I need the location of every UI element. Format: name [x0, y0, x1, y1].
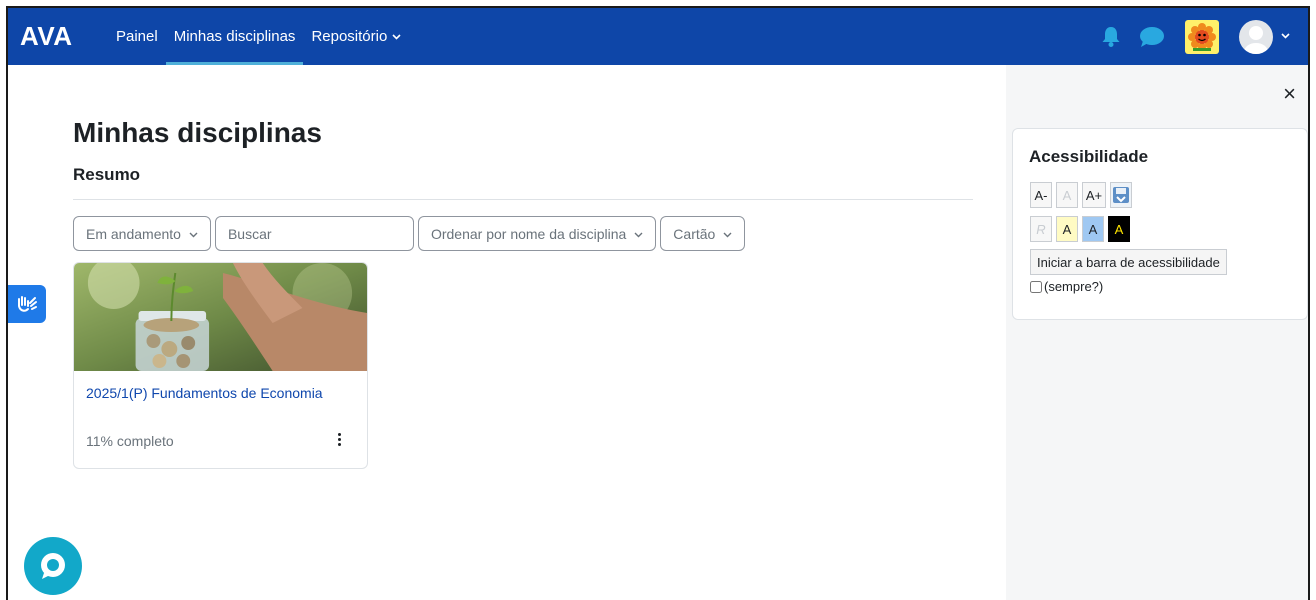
search-input[interactable]	[214, 216, 414, 251]
nav-painel-label: Painel	[116, 28, 158, 45]
close-drawer-icon[interactable]: ×	[1283, 83, 1296, 105]
always-option: (sempre?)	[1030, 279, 1103, 294]
nav-repositorio[interactable]: Repositório	[303, 8, 409, 65]
course-card: 2025/1(P) Fundamentos de Economia 11% co…	[73, 262, 368, 469]
view-mode-dropdown[interactable]: Cartão	[660, 216, 746, 251]
nav-painel[interactable]: Painel	[108, 8, 166, 65]
divider	[73, 199, 973, 200]
vlibras-hands-icon[interactable]	[8, 285, 46, 323]
start-accessibility-bar-button[interactable]: Iniciar a barra de acessibilidade	[1030, 249, 1227, 275]
sort-dropdown[interactable]: Ordenar por nome da disciplina	[417, 216, 657, 251]
course-options-kebab-icon[interactable]	[335, 429, 343, 449]
status-filter-label: Em andamento	[86, 225, 181, 242]
accessibility-title: Acessibilidade	[1029, 147, 1149, 166]
app-frame: AVA Painel Minhas disciplinas Repositóri…	[6, 6, 1310, 600]
yellow-scheme-button[interactable]: A	[1056, 216, 1078, 242]
right-drawer: × Acessibilidade A- A A+ R A A A Iniciar…	[1006, 65, 1308, 600]
notifications-bell-icon[interactable]	[1101, 26, 1121, 48]
reset-colors-button[interactable]: R	[1030, 216, 1052, 242]
navbar-actions	[1101, 8, 1308, 65]
increase-font-button[interactable]: A+	[1082, 182, 1106, 208]
decrease-font-button[interactable]: A-	[1030, 182, 1052, 208]
status-filter-dropdown[interactable]: Em andamento	[73, 216, 211, 251]
nav-minhas-disciplinas-label: Minhas disciplinas	[173, 28, 296, 45]
chevron-down-icon	[634, 230, 643, 240]
course-image[interactable]	[74, 263, 367, 371]
support-chat-icon[interactable]	[24, 537, 82, 595]
view-mode-label: Cartão	[673, 225, 716, 242]
chevron-down-icon	[723, 230, 732, 240]
always-checkbox[interactable]	[1030, 280, 1042, 293]
user-menu[interactable]	[1239, 19, 1290, 54]
black-scheme-button[interactable]: A	[1108, 216, 1130, 242]
course-filters: Em andamento Ordenar por nome da discipl…	[73, 216, 746, 251]
primary-navigation: Painel Minhas disciplinas Repositório	[108, 8, 409, 65]
course-name-link[interactable]: 2025/1(P) Fundamentos de Economia	[86, 385, 323, 401]
blue-scheme-button[interactable]: A	[1082, 216, 1104, 242]
brand-logo[interactable]: AVA	[20, 21, 98, 52]
color-scheme-controls: R A A A	[1030, 216, 1130, 242]
reset-font-button[interactable]: A	[1056, 182, 1078, 208]
accessibility-block: Acessibilidade A- A A+ R A A A Iniciar a…	[1012, 128, 1308, 320]
top-navbar: AVA Painel Minhas disciplinas Repositóri…	[8, 8, 1308, 65]
messages-chat-icon[interactable]	[1139, 26, 1165, 48]
course-progress: 11% completo	[86, 433, 174, 449]
sort-label: Ordenar por nome da disciplina	[430, 225, 627, 242]
chevron-down-icon	[189, 230, 198, 240]
section-title: Resumo	[73, 165, 141, 184]
nav-repositorio-label: Repositório	[311, 28, 388, 45]
always-label: (sempre?)	[1044, 279, 1104, 294]
nav-minhas-disciplinas[interactable]: Minhas disciplinas	[165, 8, 304, 65]
page-title: Minhas disciplinas	[73, 117, 322, 148]
save-settings-icon[interactable]	[1110, 182, 1132, 208]
font-size-controls: A- A A+	[1030, 182, 1132, 208]
user-avatar-icon	[1239, 19, 1273, 54]
chevron-down-icon	[1281, 31, 1290, 42]
sunflower-avatar-icon[interactable]	[1185, 19, 1219, 54]
chevron-down-icon	[392, 32, 401, 43]
main-content: Minhas disciplinas Resumo Em andamento O…	[8, 65, 1006, 600]
